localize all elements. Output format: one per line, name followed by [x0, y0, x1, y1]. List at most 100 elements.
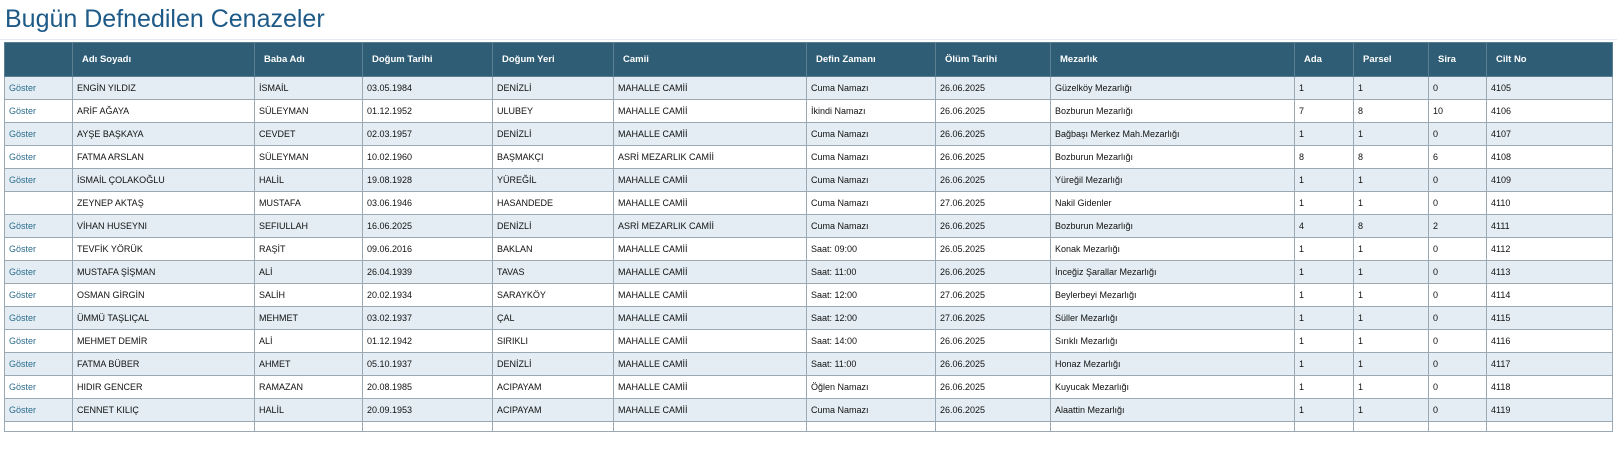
table-row: Göster MUSTAFA ŞİŞMAN ALİ 26.04.1939 TAVAS MA… [4, 260, 1613, 284]
cell-cemetery: Konak Mezarlığı [1050, 237, 1295, 261]
show-link[interactable]: Göster [9, 405, 36, 415]
cell-ada: 1 [1294, 76, 1354, 100]
show-link[interactable]: Göster [9, 336, 36, 346]
cell-cilt-no: 4112 [1486, 237, 1613, 261]
show-link[interactable]: Göster [9, 244, 36, 254]
row-action-link [4, 191, 73, 215]
header-death-date[interactable]: Ölüm Tarihi [935, 42, 1051, 77]
cell-death-date: 26.06.2025 [935, 145, 1051, 169]
table-row: Göster ÜMMÜ TAŞLIÇAL MEHMET 03.02.1937 ÇAL MA… [4, 306, 1613, 330]
cell-birth-date: 20.08.1985 [362, 375, 493, 399]
cell-parsel: 8 [1353, 99, 1429, 123]
table-header-row: Adı Soyadı Baba Adı Doğum Tarihi Doğum Y… [4, 42, 1613, 77]
show-link[interactable]: Göster [9, 83, 36, 93]
cell-burial-time: Cuma Namazı [806, 191, 936, 215]
cell-cilt-no: 4110 [1486, 191, 1613, 215]
cell-parsel: 1 [1353, 168, 1429, 192]
table-row: Göster VİHAN HUSEYNI SEFIULLAH 16.06.2025 DE… [4, 214, 1613, 238]
show-link[interactable]: Göster [9, 129, 36, 139]
cell-cemetery: Sırıklı Mezarlığı [1050, 329, 1295, 353]
cell-father-name: SÜLEYMAN [254, 99, 363, 123]
cell-mosque: MAHALLE CAMİİ [613, 329, 807, 353]
header-birth-date[interactable]: Doğum Tarihi [362, 42, 493, 77]
cell-ada: 1 [1294, 191, 1354, 215]
cell-sira: 0 [1428, 237, 1487, 261]
show-link[interactable]: Göster [9, 359, 36, 369]
row-action-link: Göster [4, 99, 73, 123]
cell-father-name: RAŞİT [254, 237, 363, 261]
show-link[interactable]: Göster [9, 267, 36, 277]
cell-parsel: 1 [1353, 260, 1429, 284]
page-title: Bugün Defnedilen Cenazeler [5, 5, 325, 33]
header-cemetery[interactable]: Mezarlık [1050, 42, 1295, 77]
cell-name: MEHMET DEMİR [72, 329, 255, 353]
cell-mosque: MAHALLE CAMİİ [613, 191, 807, 215]
cell-birth-date: 20.02.1934 [362, 283, 493, 307]
header-sira[interactable]: Sira [1428, 42, 1487, 77]
header-father-name[interactable]: Baba Adı [254, 42, 363, 77]
cell-father-name: SALİH [254, 283, 363, 307]
cell-sira: 2 [1428, 214, 1487, 238]
show-link[interactable]: Göster [9, 313, 36, 323]
show-link[interactable]: Göster [9, 290, 36, 300]
cell-cilt-no: 4118 [1486, 375, 1613, 399]
cell-death-date: 26.06.2025 [935, 168, 1051, 192]
show-link[interactable]: Göster [9, 175, 36, 185]
cell-sira: 0 [1428, 168, 1487, 192]
cell-birth-place: YÜREĞİL [492, 168, 614, 192]
burials-table: Adı Soyadı Baba Adı Doğum Tarihi Doğum Y… [4, 42, 1613, 432]
cell-birth-date: 16.06.2025 [362, 214, 493, 238]
empty-cell [4, 421, 73, 432]
cell-birth-place: DENİZLİ [492, 76, 614, 100]
cell-cilt-no: 4116 [1486, 329, 1613, 353]
header-cilt-no[interactable]: Cilt No [1486, 42, 1613, 77]
cell-cilt-no: 4109 [1486, 168, 1613, 192]
cell-burial-time: Saat: 14:00 [806, 329, 936, 353]
cell-mosque: MAHALLE CAMİİ [613, 306, 807, 330]
cell-death-date: 26.06.2025 [935, 329, 1051, 353]
cell-name: HIDIR GENCER [72, 375, 255, 399]
header-name[interactable]: Adı Soyadı [72, 42, 255, 77]
cell-birth-date: 01.12.1942 [362, 329, 493, 353]
show-link[interactable]: Göster [9, 382, 36, 392]
cell-ada: 1 [1294, 352, 1354, 376]
cell-death-date: 26.06.2025 [935, 76, 1051, 100]
header-mosque[interactable]: Camii [613, 42, 807, 77]
cell-death-date: 26.06.2025 [935, 260, 1051, 284]
cell-cemetery: Güzelköy Mezarlığı [1050, 76, 1295, 100]
cell-father-name: HALİL [254, 398, 363, 422]
cell-name: OSMAN GİRGİN [72, 283, 255, 307]
row-action-link: Göster [4, 306, 73, 330]
cell-cemetery: Bozburun Mezarlığı [1050, 99, 1295, 123]
cell-cilt-no: 4108 [1486, 145, 1613, 169]
show-link[interactable]: Göster [9, 221, 36, 231]
cell-sira: 0 [1428, 352, 1487, 376]
cell-father-name: HALİL [254, 168, 363, 192]
table-row: Göster OSMAN GİRGİN SALİH 20.02.1934 SARAYKÖ… [4, 283, 1613, 307]
empty-cell [362, 421, 493, 432]
page: Bugün Defnedilen Cenazeler Adı Soyadı Ba… [0, 0, 1617, 451]
cell-birth-date: 03.06.1946 [362, 191, 493, 215]
header-parsel[interactable]: Parsel [1353, 42, 1429, 77]
show-link[interactable]: Göster [9, 152, 36, 162]
title-divider [0, 39, 1617, 40]
header-ada[interactable]: Ada [1294, 42, 1354, 77]
show-link[interactable]: Göster [9, 106, 36, 116]
cell-birth-place: ULUBEY [492, 99, 614, 123]
cell-cilt-no: 4115 [1486, 306, 1613, 330]
cell-birth-date: 02.03.1957 [362, 122, 493, 146]
cell-ada: 8 [1294, 145, 1354, 169]
table-row: Göster FATMA ARSLAN SÜLEYMAN 10.02.1960 BAŞM… [4, 145, 1613, 169]
cell-cemetery: Honaz Mezarlığı [1050, 352, 1295, 376]
cell-birth-date: 01.12.1952 [362, 99, 493, 123]
cell-mosque: MAHALLE CAMİİ [613, 398, 807, 422]
row-action-link: Göster [4, 237, 73, 261]
header-birth-place[interactable]: Doğum Yeri [492, 42, 614, 77]
empty-cell [1353, 421, 1429, 432]
header-burial-time[interactable]: Defin Zamanı [806, 42, 936, 77]
cell-sira: 0 [1428, 191, 1487, 215]
cell-ada: 1 [1294, 329, 1354, 353]
cell-name: MUSTAFA ŞİŞMAN [72, 260, 255, 284]
cell-birth-place: SARAYKÖY [492, 283, 614, 307]
cell-burial-time: Saat: 12:00 [806, 306, 936, 330]
